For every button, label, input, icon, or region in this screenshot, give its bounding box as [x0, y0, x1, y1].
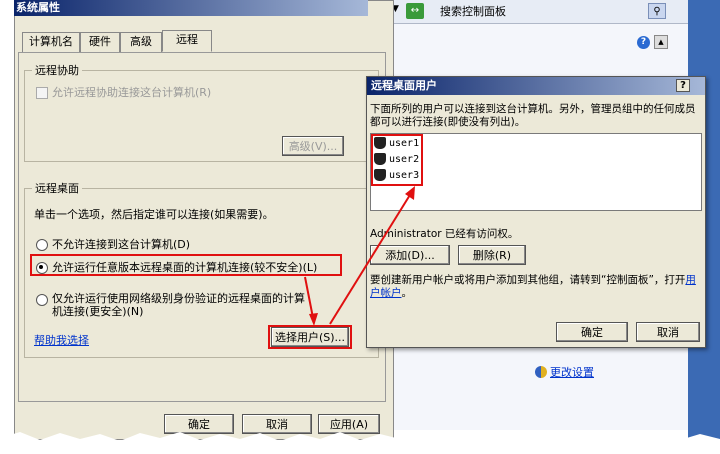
arrow-head-1	[309, 313, 318, 326]
torn-edge	[0, 432, 720, 454]
arrow-line-2	[329, 189, 414, 325]
arrow-head-2	[405, 186, 415, 200]
annotation-arrows	[304, 186, 415, 326]
